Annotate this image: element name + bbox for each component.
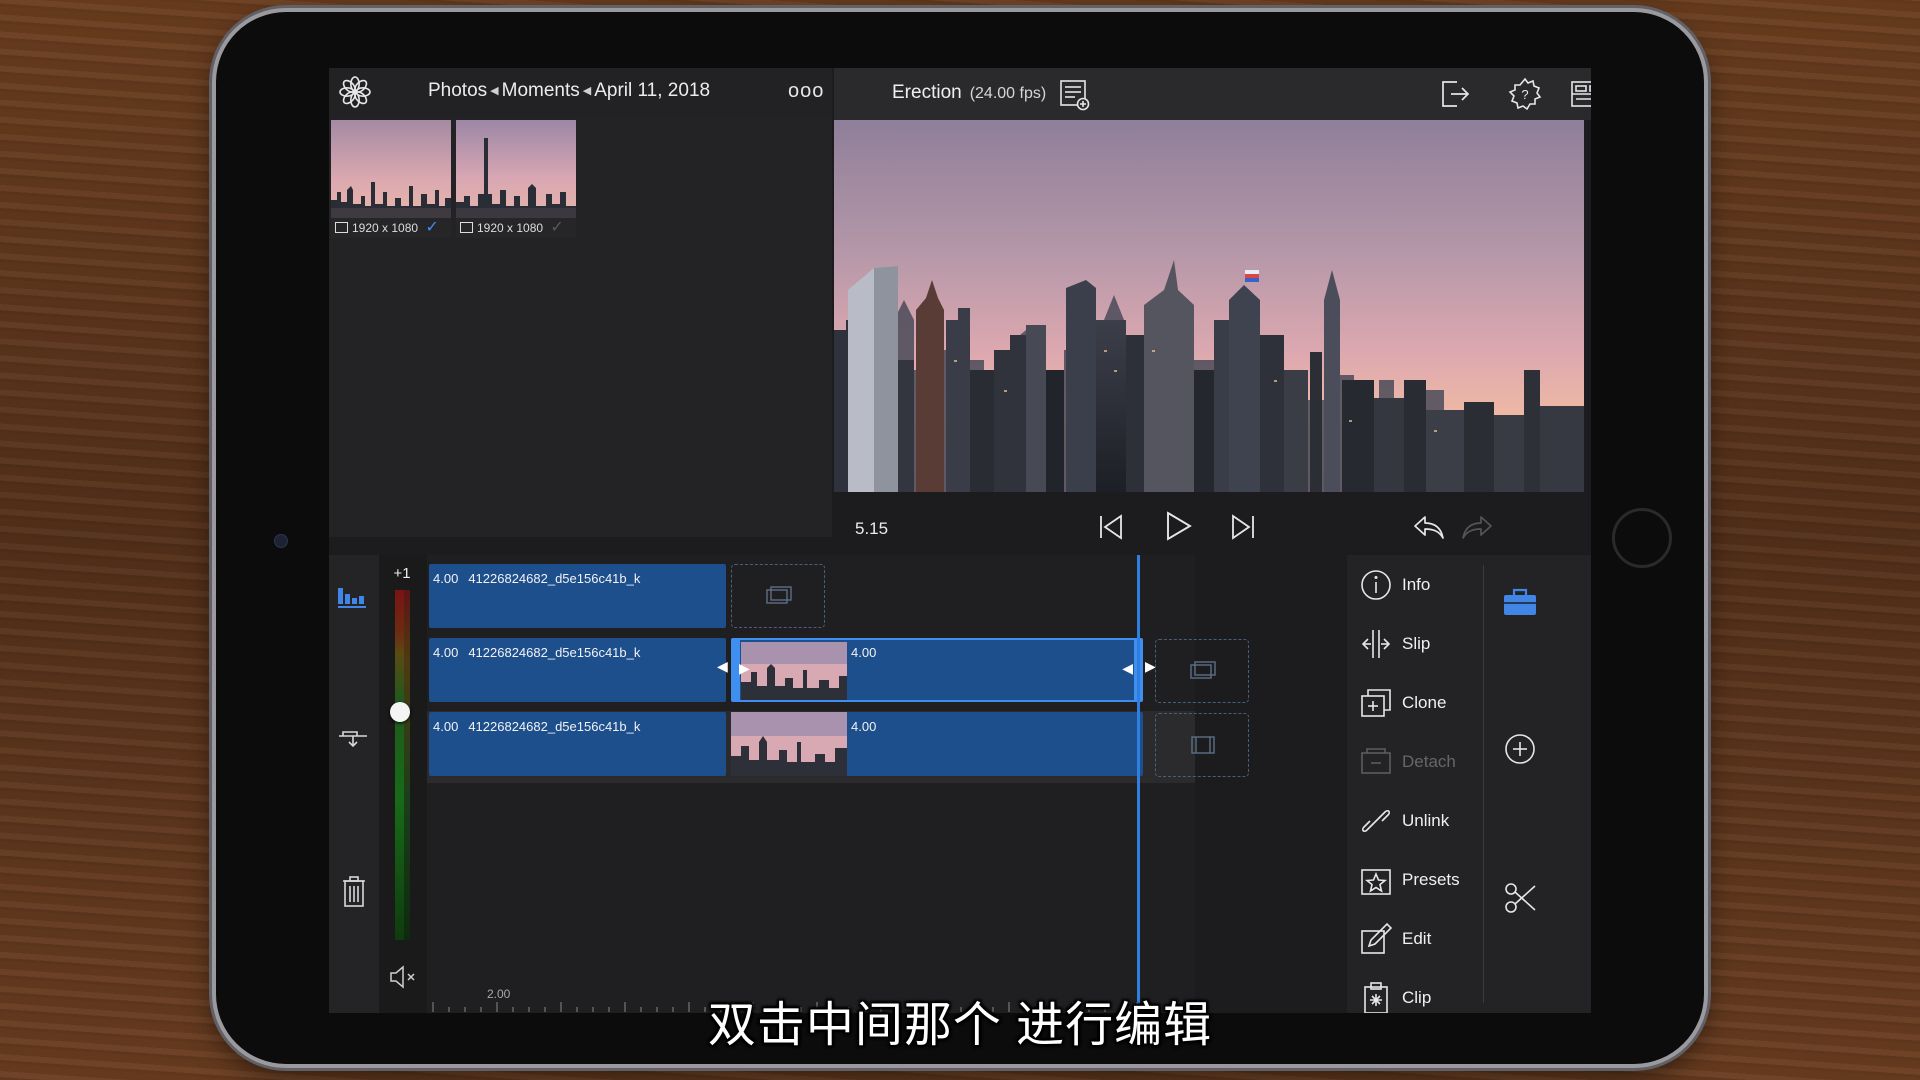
project-list-icon[interactable] [1057, 77, 1093, 113]
timeline-clip[interactable]: 4.00 [731, 712, 1143, 776]
menu-item-label: Edit [1402, 929, 1432, 948]
redo-icon[interactable] [1459, 512, 1495, 542]
clip-duration: 4.00 [433, 719, 459, 734]
trim-prev-arrow-icon[interactable]: ◀ [717, 658, 728, 675]
menu-item-edit[interactable]: Edit [1359, 918, 1431, 960]
skip-to-start-icon[interactable] [1095, 510, 1127, 544]
empty-clip-placeholder[interactable] [1155, 639, 1249, 703]
link-icon [1361, 809, 1391, 833]
project-title-area: Erection (24.00 fps) [892, 82, 1046, 104]
star-icon [1361, 869, 1391, 895]
breadcrumb-photos[interactable]: Photos [428, 80, 487, 101]
trim-right-arrow-icon: ◀ [1122, 660, 1133, 676]
clip-duration: 4.00 [433, 645, 459, 660]
toolbox-icon[interactable] [1501, 586, 1539, 618]
menu-item-unlink[interactable]: Unlink [1359, 800, 1449, 842]
trash-icon[interactable] [339, 874, 369, 910]
undo-icon[interactable] [1411, 512, 1447, 542]
thumbnail-resolution: 1920 x 1080 [477, 221, 544, 235]
image-icon [335, 222, 348, 233]
timeline-clip[interactable]: 4.00 41226824682_d5e156c41b_k [429, 712, 726, 776]
panel-divider [1483, 565, 1484, 1003]
playhead[interactable] [1137, 555, 1140, 1013]
menu-item-label: Slip [1402, 634, 1431, 653]
info-icon [1361, 570, 1391, 600]
clip-name: 41226824682_d5e156c41b_k [468, 645, 641, 660]
ipad-frame: Photos ◀ Moments ◀ April 11, 2018 ooo 1920 x… [216, 12, 1704, 1064]
thumbnail-caption: 1920 x 1080 ✓ [331, 218, 451, 238]
layout-toggle-icon[interactable] [1569, 76, 1591, 112]
playhead-timecode: 5.15 [855, 519, 889, 538]
frame-rate: (24.00 fps) [969, 85, 1047, 102]
volume-slider-handle[interactable] [390, 702, 410, 722]
clip-name: 41226824682_d5e156c41b_k [468, 571, 641, 586]
menu-item-label: Unlink [1402, 811, 1450, 830]
menu-item-info[interactable]: Info [1359, 564, 1430, 606]
slip-icon [1361, 630, 1391, 658]
audio-level-bar-right [404, 590, 410, 940]
track-arrange-icon[interactable] [335, 724, 371, 754]
selected-timeline-clip[interactable]: 4.00 ▶ ◀ [731, 638, 1143, 702]
timeline-clip[interactable]: 4.00 41226824682_d5e156c41b_k [429, 564, 726, 628]
timeline-tools-column [329, 555, 379, 1013]
empty-clip-placeholder[interactable] [1155, 713, 1249, 777]
menu-item-presets[interactable]: Presets [1359, 859, 1460, 901]
menu-item-detach: Detach [1359, 741, 1456, 783]
timeline-clip[interactable]: 4.00 41226824682_d5e156c41b_k [429, 638, 726, 702]
breadcrumb-moments[interactable]: Moments [502, 80, 580, 101]
breadcrumb-separator-icon: ◀ [582, 85, 592, 97]
thumbnail-resolution: 1920 x 1080 [352, 221, 419, 235]
unselected-check-icon: ✓ [550, 219, 564, 236]
breadcrumb-separator-icon: ◀ [490, 85, 499, 97]
film-placeholder-icon [1191, 736, 1215, 754]
clip-duration: 4.00 [433, 571, 459, 586]
clip-duration: 4.00 [851, 719, 877, 734]
video-subtitle: 双击中间那个 进行编辑 [707, 999, 1213, 1052]
selected-check-icon: ✓ [425, 219, 439, 236]
menu-item-slip[interactable]: Slip [1359, 623, 1430, 665]
trim-left-arrow-icon: ▶ [739, 660, 750, 676]
scissors-icon[interactable] [1503, 880, 1539, 916]
meter-max-label: +1 [393, 565, 411, 582]
screen: Photos ◀ Moments ◀ April 11, 2018 ooo 1920 x… [329, 68, 1591, 1013]
clip-thumbnail-image [731, 712, 847, 776]
image-icon [460, 222, 473, 233]
clip-name: 41226824682_d5e156c41b_k [468, 719, 641, 734]
detach-icon [1361, 748, 1391, 774]
menu-item-label: Presets [1402, 870, 1460, 889]
front-camera [274, 534, 288, 548]
add-circle-icon[interactable] [1503, 732, 1537, 766]
share-export-icon[interactable] [1437, 76, 1473, 112]
pencil-icon [1361, 922, 1393, 954]
media-thumbnail[interactable]: 1920 x 1080 ✓ [456, 120, 576, 238]
breadcrumb: Photos ◀ Moments ◀ April 11, 2018 [428, 80, 710, 102]
menu-item-label: Info [1402, 575, 1431, 594]
menu-item-label: Clone [1402, 693, 1447, 712]
film-placeholder-icon [766, 586, 792, 604]
project-title: Erection [892, 82, 962, 103]
more-options-button[interactable]: ooo [788, 80, 824, 103]
film-placeholder-icon [1190, 661, 1216, 679]
empty-clip-placeholder[interactable] [731, 564, 825, 628]
breadcrumb-date: April 11, 2018 [594, 80, 711, 101]
media-thumbnail[interactable]: 1920 x 1080 ✓ [331, 120, 451, 238]
audio-levels-icon[interactable] [335, 578, 371, 612]
thumbnail-caption: 1920 x 1080 ✓ [456, 218, 576, 238]
settings-help-gear-icon[interactable]: ? [1507, 76, 1543, 112]
clone-icon [1361, 689, 1391, 717]
clip-duration: 4.00 [851, 645, 877, 660]
video-preview[interactable] [834, 120, 1584, 492]
skyline-thumbnail-image [331, 120, 451, 218]
clip-thumbnail-image [741, 642, 847, 700]
skyline-thumbnail-image [456, 120, 576, 218]
home-button[interactable] [1612, 508, 1672, 568]
menu-item-clone[interactable]: Clone [1359, 682, 1446, 724]
play-icon[interactable] [1161, 508, 1195, 544]
svg-text:?: ? [1521, 87, 1528, 102]
menu-item-label: Detach [1402, 752, 1456, 771]
skip-to-end-icon[interactable] [1227, 510, 1259, 544]
photos-flower-icon[interactable] [337, 74, 373, 110]
